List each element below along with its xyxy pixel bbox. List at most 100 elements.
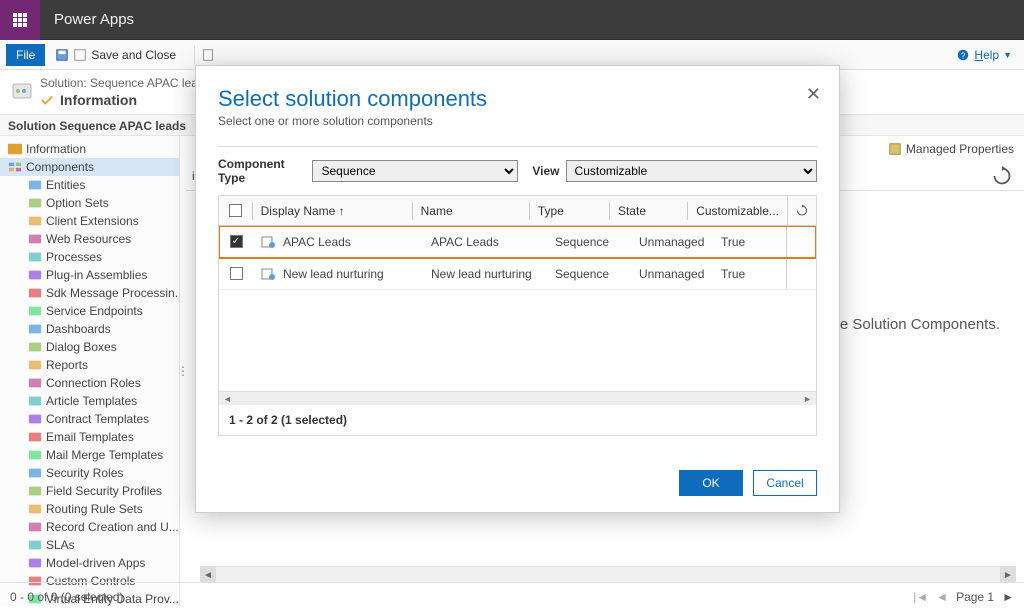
tree-node[interactable]: Connection Roles xyxy=(0,374,179,392)
cell-type: Sequence xyxy=(547,226,631,257)
tree-node[interactable]: Dialog Boxes xyxy=(0,338,179,356)
dialog-subtitle: Select one or more solution components xyxy=(218,114,817,128)
row-checkbox[interactable]: ✓ xyxy=(219,226,253,257)
tree-node[interactable]: Article Templates xyxy=(0,392,179,410)
save-close-button[interactable]: Save and Close xyxy=(55,48,176,62)
tree-node[interactable]: Email Templates xyxy=(0,428,179,446)
tree-node[interactable]: Web Resources xyxy=(0,230,179,248)
tree-node[interactable]: Option Sets xyxy=(0,194,179,212)
app-launcher[interactable] xyxy=(0,0,40,40)
tree-node-label: Connection Roles xyxy=(46,376,141,390)
table-row[interactable]: ✓APAC LeadsAPAC LeadsSequenceUnmanagedTr… xyxy=(219,226,816,258)
col-type[interactable]: Type xyxy=(530,196,609,225)
refresh-button[interactable] xyxy=(992,166,1012,186)
tree-node[interactable]: Field Security Profiles xyxy=(0,482,179,500)
cancel-button[interactable]: Cancel xyxy=(753,470,817,496)
tree-node-icon xyxy=(28,197,42,209)
scroll-right-button[interactable]: ► xyxy=(1000,567,1016,583)
view-label: View xyxy=(532,164,559,178)
tree-node[interactable]: Plug-in Assemblies xyxy=(0,266,179,284)
tree-node-icon xyxy=(28,413,42,425)
help-icon: ? xyxy=(956,48,970,62)
tree-node[interactable]: Processes xyxy=(0,248,179,266)
tree-node-label: Reports xyxy=(46,358,88,372)
toolbar-extra-icon[interactable] xyxy=(201,48,215,62)
managed-properties-button[interactable]: Managed Properties xyxy=(888,142,1014,156)
tree-node[interactable]: Dashboards xyxy=(0,320,179,338)
tree-node-label: Service Endpoints xyxy=(46,304,143,318)
tree-node[interactable]: Security Roles xyxy=(0,464,179,482)
record-count: 0 - 0 of 0 (0 selected) xyxy=(10,590,123,604)
grid-header: Display Name ↑ Name Type State Customiza… xyxy=(219,196,816,226)
tree-node-icon xyxy=(28,359,42,371)
page-next[interactable]: ► xyxy=(1002,590,1014,604)
solution-icon xyxy=(10,78,34,105)
tree-node[interactable]: Client Extensions xyxy=(0,212,179,230)
page-first[interactable]: |◄ xyxy=(913,590,928,604)
table-row[interactable]: New lead nurturingNew lead nurturingSequ… xyxy=(219,258,816,290)
tree-node-label: Email Templates xyxy=(46,430,134,444)
file-button[interactable]: File xyxy=(6,44,45,66)
horizontal-scrollbar[interactable]: ◄ ► xyxy=(200,566,1016,582)
tree-node-icon xyxy=(28,179,42,191)
pager: |◄ ◄ Page 1 ► xyxy=(913,590,1014,604)
page-label: Page 1 xyxy=(956,590,994,604)
col-state[interactable]: State xyxy=(610,196,687,225)
tree-node[interactable]: Mail Merge Templates xyxy=(0,446,179,464)
col-display-name[interactable]: Display Name ↑ xyxy=(253,196,412,225)
tree-node-label: Mail Merge Templates xyxy=(46,448,163,462)
view-select[interactable]: Customizable xyxy=(566,160,817,182)
tree-node-icon xyxy=(28,503,42,515)
tree-node[interactable]: Sdk Message Processin... xyxy=(0,284,179,302)
waffle-icon xyxy=(13,13,27,27)
component-type-select[interactable]: Sequence xyxy=(312,160,518,182)
scroll-left-button[interactable]: ◄ xyxy=(200,567,216,583)
tree-node-label: Plug-in Assemblies xyxy=(46,268,147,282)
tree-node-icon xyxy=(28,287,42,299)
tree-node[interactable]: Contract Templates xyxy=(0,410,179,428)
tree-node[interactable]: Record Creation and U... xyxy=(0,518,179,536)
tree-node-label: Web Resources xyxy=(46,232,131,246)
tree-node[interactable]: Entities xyxy=(0,176,179,194)
sequence-icon xyxy=(261,267,277,281)
tree-node-label: Option Sets xyxy=(46,196,109,210)
tree-node-icon xyxy=(28,251,42,263)
cell-display-name: New lead nurturing xyxy=(283,267,384,281)
dialog-filters: Component Type Sequence View Customizabl… xyxy=(218,157,817,185)
tree-node[interactable]: Routing Rule Sets xyxy=(0,500,179,518)
tree-node[interactable]: Model-driven Apps xyxy=(0,554,179,572)
tree-node[interactable]: SLAs xyxy=(0,536,179,554)
close-button[interactable]: ✕ xyxy=(806,84,821,105)
select-components-dialog: ✕ Select solution components Select one … xyxy=(195,65,840,513)
col-customizable[interactable]: Customizable... xyxy=(688,196,787,225)
help-link[interactable]: ? Help▼ xyxy=(956,48,1012,62)
tree-node-label: Routing Rule Sets xyxy=(46,502,143,516)
tree-node-label: Record Creation and U... xyxy=(46,520,179,534)
info-icon xyxy=(40,93,54,107)
topbar: Power Apps xyxy=(0,0,1024,40)
tree-node[interactable]: Service Endpoints xyxy=(0,302,179,320)
row-checkbox[interactable] xyxy=(219,258,253,289)
page-prev[interactable]: ◄ xyxy=(936,590,948,604)
grid-refresh-button[interactable] xyxy=(787,196,816,225)
tree-node-label: Dialog Boxes xyxy=(46,340,117,354)
grid-hscroll[interactable]: ◄► xyxy=(219,391,816,405)
nav-tree[interactable]: Information Components Entities Option Se… xyxy=(0,136,180,606)
tree-node-label: Entities xyxy=(46,178,85,192)
dialog-buttons: OK Cancel xyxy=(218,470,817,496)
ok-button[interactable]: OK xyxy=(679,470,743,496)
tree-node[interactable]: Reports xyxy=(0,356,179,374)
tree-node-icon xyxy=(28,323,42,335)
components-icon xyxy=(8,161,22,173)
tree-node-label: Article Templates xyxy=(46,394,137,408)
select-all-checkbox[interactable] xyxy=(219,196,252,225)
tree-root-information[interactable]: Information xyxy=(0,140,179,158)
col-name[interactable]: Name xyxy=(413,196,529,225)
app-name: Power Apps xyxy=(54,11,134,28)
save-close-label: Save and Close xyxy=(91,48,176,62)
tree-node-components[interactable]: Components xyxy=(0,158,179,176)
tree-node-icon xyxy=(28,269,42,281)
tree-node-icon xyxy=(28,557,42,569)
tree-node-icon xyxy=(28,215,42,227)
svg-text:?: ? xyxy=(961,51,966,60)
